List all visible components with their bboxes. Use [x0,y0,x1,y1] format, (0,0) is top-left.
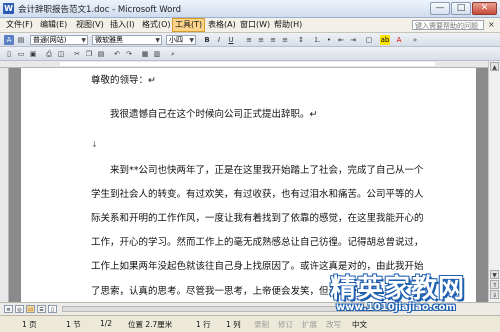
menu-file[interactable]: 文件(F) [4,19,35,31]
web-view-icon[interactable]: ◎ [15,305,24,313]
vertical-scrollbar[interactable]: ▲ ▼ ⇑ ⇓ [488,61,500,302]
print-icon[interactable]: ⎙ [44,49,54,59]
chevron-down-icon: ▼ [155,37,160,44]
watermark-url: www.1010jiajiao.com [336,302,456,313]
menu-edit[interactable]: 编辑(E) [38,19,69,31]
align-right-icon[interactable]: ≡ [268,35,278,45]
style-value: 普通(网站) [33,36,67,44]
new-document-icon[interactable]: ▯ [4,49,14,59]
print-layout-icon[interactable]: ▭ [26,305,35,313]
document-close-icon[interactable]: × [488,20,495,29]
border-icon[interactable]: ▢ [364,35,374,45]
document-line[interactable]: 学生到社会人的转变。有过欢笑，有过收获，也有过泪水和痛苦。公司平等的人 [91,186,424,200]
menu-view[interactable]: 视图(V) [74,19,106,31]
menu-insert[interactable]: 插入(I) [108,19,137,31]
paragraph-mark: ↓ [91,140,98,149]
font-color-button[interactable]: A [394,35,404,45]
print-preview-icon[interactable]: ◫ [56,49,66,59]
highlight-icon[interactable]: ab [380,35,390,45]
reading-icon[interactable]: ▤ [16,35,26,45]
horizontal-ruler[interactable] [0,61,500,68]
status-bar: 1 页 1 节 1/2 位置 2.7厘米 1 行 1 列 录制 修订 扩展 改写… [0,315,500,332]
table-icon[interactable]: ▦ [140,49,150,59]
status-line: 1 行 [196,320,211,329]
formatting-toolbar: A ▤ 普通(网站) ▼ 微软雅黑 ▼ 小四 ▼ B I U ≡ ≡ ≡ ≡ ↕… [0,33,500,47]
font-value: 微软雅黑 [95,36,123,44]
ruler-text-area [60,62,435,66]
zoom-icon[interactable]: ⌕ [168,49,178,59]
line-spacing-icon[interactable]: ↕ [296,35,306,45]
justify-icon[interactable]: ≡ [280,35,290,45]
underline-button[interactable]: U [226,35,236,45]
style-select[interactable]: 普通(网站) ▼ [30,35,88,45]
menu-tools[interactable]: 工具(T) [172,18,206,32]
menu-table[interactable]: 表格(A) [206,19,238,31]
vertical-ruler[interactable] [0,68,9,302]
toolbar-options-icon[interactable]: » [410,35,420,45]
menu-window[interactable]: 窗口(W) [238,19,272,31]
document-line[interactable]: 尊敬的领导：↵ [91,72,156,86]
bold-button[interactable]: B [202,35,212,45]
previous-page-icon[interactable]: ⇑ [490,280,499,289]
increase-indent-icon[interactable]: ⇥ [348,35,358,45]
copy-icon[interactable]: ❐ [84,49,94,59]
maximize-button[interactable]: □ [451,2,471,15]
next-page-icon[interactable]: ⇓ [490,290,499,299]
document-line[interactable]: 来到**公司也快两年了，正是在这里我开始踏上了社会，完成了自己从一个 [110,162,424,176]
status-extend[interactable]: 扩展 [302,319,317,330]
reading-view-icon[interactable]: ▯ [48,305,57,313]
scroll-down-icon[interactable]: ▼ [490,270,499,279]
decrease-indent-icon[interactable]: ⇤ [336,35,346,45]
menu-bar: 文件(F) 编辑(E) 视图(V) 插入(I) 格式(O) 工具(T) 表格(A… [0,18,500,33]
save-icon[interactable]: ▣ [28,49,38,59]
scroll-up-icon[interactable]: ▲ [490,62,499,71]
document-line[interactable]: 了思索，认真的思考。尽管我一思考，上帝便会发笑，但这笑带 [91,283,357,297]
align-center-icon[interactable]: ≡ [256,35,266,45]
bullets-icon[interactable]: • [324,35,334,45]
menu-format[interactable]: 格式(O) [140,19,173,31]
cut-icon[interactable]: ✂ [72,49,82,59]
watermark-logo-text: 精英家教网 [330,274,466,304]
document-area[interactable]: 尊敬的领导：↵ 我很遗憾自己在这个时候向公司正式提出辞职。↵ ↓ 来到**公司也… [0,68,488,302]
font-select[interactable]: 微软雅黑 ▼ [92,35,162,45]
status-section: 1 节 [66,320,81,329]
align-left-icon[interactable]: ≡ [244,35,254,45]
paste-icon[interactable]: ▤ [96,49,106,59]
font-size-value: 小四 [169,36,183,44]
status-language: 中文 [352,320,367,329]
minimize-button[interactable]: — [430,2,450,15]
status-page: 1 页 [22,320,37,329]
status-track[interactable]: 修订 [278,319,293,330]
styles-pane-icon[interactable]: A [4,35,14,45]
window-title: 会计辞职报告范文1.doc - Microsoft Word [18,5,182,15]
status-overtype[interactable]: 改写 [326,319,341,330]
word-app-icon[interactable]: W [3,3,14,14]
redo-icon[interactable]: ↷ [124,49,134,59]
status-page-of: 1/2 [100,319,113,328]
outline-view-icon[interactable]: ☰ [37,305,46,313]
standard-toolbar: ▯ ▭ ▣ ⎙ ◫ ✂ ❐ ▤ ↶ ↷ ▦ ▥ ⌕ [0,47,500,61]
status-record[interactable]: 录制 [254,319,269,330]
font-size-select[interactable]: 小四 ▼ [166,35,196,45]
close-button[interactable]: ✕ [472,2,497,15]
italic-button[interactable]: I [214,35,224,45]
undo-icon[interactable]: ↶ [112,49,122,59]
columns-icon[interactable]: ▥ [152,49,162,59]
document-page[interactable]: 尊敬的领导：↵ 我很遗憾自己在这个时候向公司正式提出辞职。↵ ↓ 来到**公司也… [21,68,476,302]
document-line[interactable]: 我很遗憾自己在这个时候向公司正式提出辞职。↵ [110,106,317,120]
normal-view-icon[interactable]: ≡ [4,305,13,313]
title-bar: W 会计辞职报告范文1.doc - Microsoft Word — □ ✕ [0,0,500,18]
status-column: 1 列 [226,320,241,329]
numbering-icon[interactable]: ⒈ [312,35,322,45]
document-line[interactable]: 际关系和开明的工作作风，一度让我有着找到了依靠的感觉，在这里我能开心的 [91,210,424,224]
help-search-input[interactable]: 键入需要帮助的问题 [412,20,484,30]
chevron-down-icon: ▼ [189,37,194,44]
status-position: 位置 2.7厘米 [128,320,173,329]
chevron-down-icon: ▼ [81,37,86,44]
open-icon[interactable]: ▭ [16,49,26,59]
document-line[interactable]: 工作，开心的学习。然而工作上的毫无成熟感总让自己彷徨。记得胡总曾说过， [91,234,424,248]
menu-help[interactable]: 帮助(H) [272,19,304,31]
